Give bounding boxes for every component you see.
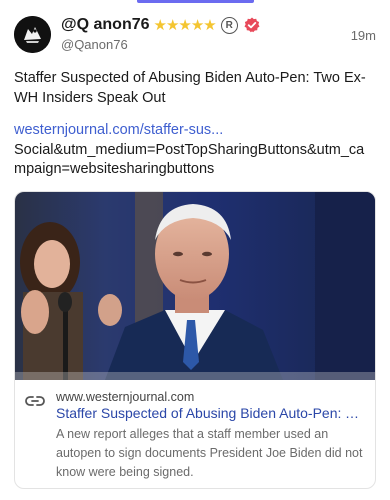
link-preview-card[interactable]: www.westernjournal.com Staffer Suspected… xyxy=(14,191,376,489)
avatar[interactable] xyxy=(14,16,51,53)
star-rating-icon: ★★★★★ xyxy=(153,17,217,34)
post-link[interactable]: westernjournal.com/staffer-sus... xyxy=(14,121,376,140)
post-timestamp: 19m xyxy=(350,28,376,43)
author-handle[interactable]: @Qanon76 xyxy=(61,37,128,52)
post-header: @Q anon76 ★★★★★ R @Qanon76 19m xyxy=(14,16,376,56)
link-preview-domain: www.westernjournal.com xyxy=(56,390,195,404)
link-preview-description: A new report alleges that a staff member… xyxy=(56,427,363,479)
link-preview-meta[interactable]: www.westernjournal.com Staffer Suspected… xyxy=(15,380,375,488)
link-preview-title[interactable]: Staffer Suspected of Abusing Biden Auto-… xyxy=(56,405,366,421)
post-link-continuation: Social&utm_medium=PostTopSharingButtons&… xyxy=(14,142,365,177)
link-icon xyxy=(25,394,45,406)
author-row: @Q anon76 ★★★★★ R xyxy=(61,16,260,34)
link-preview-image[interactable] xyxy=(15,192,375,380)
active-tab-indicator xyxy=(137,0,254,3)
registered-icon: R xyxy=(220,16,238,34)
author-name[interactable]: @Q anon76 xyxy=(61,16,150,34)
post-text: Staffer Suspected of Abusing Biden Auto-… xyxy=(14,70,366,106)
verified-badge-icon xyxy=(244,17,260,33)
